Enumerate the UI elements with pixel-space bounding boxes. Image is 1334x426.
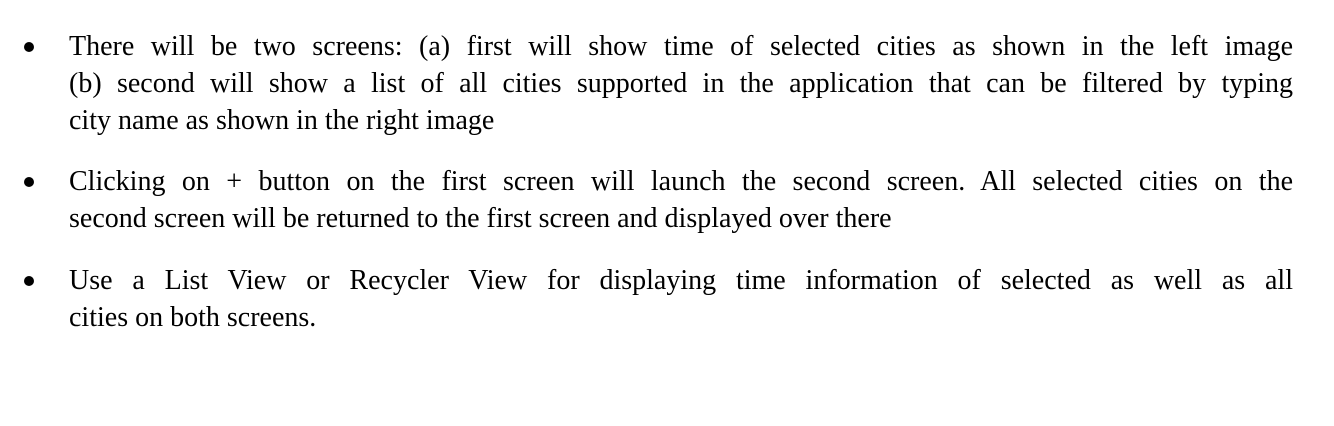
text-line: (b) second will show a list of all citie… bbox=[69, 68, 1293, 99]
text-line: second screen will be returned to the fi… bbox=[69, 203, 892, 234]
text-line: Use a List View or Recycler View for dis… bbox=[69, 265, 1293, 296]
bullet-dot-icon bbox=[24, 42, 34, 52]
bullet-text: Use a List View or Recycler View for dis… bbox=[69, 262, 1293, 336]
text-line: Clicking on + button on the first screen… bbox=[69, 166, 1293, 197]
bullet-dot-icon bbox=[24, 177, 34, 187]
text-line: There will be two screens: (a) first wil… bbox=[69, 31, 1293, 62]
bullet-dot-icon bbox=[24, 276, 34, 286]
bullet-text: Clicking on + button on the first screen… bbox=[69, 163, 1293, 237]
bullet-text: There will be two screens: (a) first wil… bbox=[69, 28, 1293, 139]
text-line: cities on both screens. bbox=[69, 302, 317, 333]
text-line: city name as shown in the right image bbox=[69, 105, 495, 136]
